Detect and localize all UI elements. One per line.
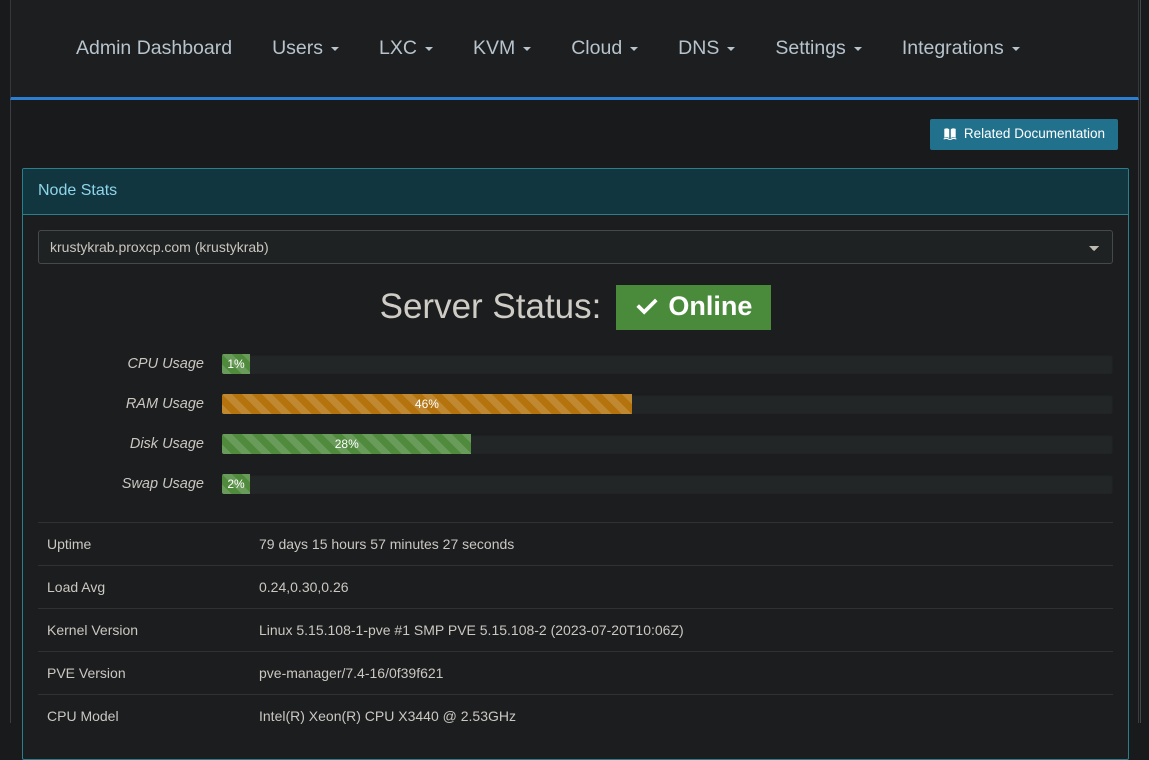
nav-item-dns[interactable]: DNS (658, 29, 755, 69)
nav-item-label: Settings (775, 36, 846, 59)
nav-item-label: DNS (678, 36, 720, 59)
info-key: Load Avg (47, 579, 106, 596)
panel-heading: Node Stats (23, 169, 1128, 215)
usage-label: Disk Usage (129, 436, 204, 453)
chevron-down-icon (853, 46, 862, 51)
chevron-down-icon (727, 46, 736, 51)
disk-usage-progress: 28% (222, 434, 1113, 455)
ram-usage-progress: 46% (222, 394, 1113, 415)
nav-item-label: Admin Dashboard (76, 36, 233, 59)
chevron-down-icon (523, 46, 532, 51)
chevron-down-icon (630, 46, 639, 51)
info-value: Intel(R) Xeon(R) CPU X3440 @ 2.53GHz (259, 708, 516, 725)
info-value: 0.24,0.30,0.26 (259, 579, 349, 596)
chevron-down-icon (1011, 46, 1020, 51)
info-key: CPU Model (47, 708, 119, 725)
panel-body: krustykrab.proxcp.com (krustykrab) Serve… (23, 215, 1128, 760)
nav-item-users[interactable]: Users (252, 29, 359, 69)
main-navbar: Admin Dashboard Users LXC KVM Cloud DNS … (10, 0, 1139, 100)
nav-item-label: Integrations (901, 36, 1004, 59)
nav-item-settings[interactable]: Settings (755, 29, 881, 69)
nav-item-label: Users (272, 36, 324, 59)
usage-label: CPU Usage (127, 356, 204, 373)
navbar-menu: Admin Dashboard Users LXC KVM Cloud DNS … (11, 29, 1040, 69)
related-documentation-button[interactable]: Related Documentation (929, 118, 1118, 150)
nav-item-kvm[interactable]: KVM (453, 29, 551, 69)
disk-usage-value: 28% (334, 437, 359, 452)
usage-label: Swap Usage (121, 476, 204, 493)
table-row: PVE Version pve-manager/7.4-16/0f39f621 (38, 651, 1113, 695)
info-value: Linux 5.15.108-1-pve #1 SMP PVE 5.15.108… (259, 622, 684, 639)
swap-usage-bar: 2% (222, 474, 250, 495)
usage-row-cpu: CPU Usage 1% (38, 344, 1113, 384)
usage-row-swap: Swap Usage 2% (38, 464, 1113, 504)
related-documentation-label: Related Documentation (963, 125, 1105, 141)
usage-label: RAM Usage (125, 396, 204, 413)
usage-row-ram: RAM Usage 46% (38, 384, 1113, 424)
cpu-usage-bar: 1% (222, 354, 250, 375)
table-row: Kernel Version Linux 5.15.108-1-pve #1 S… (38, 608, 1113, 652)
swap-usage-progress: 2% (222, 474, 1113, 495)
info-value: 79 days 15 hours 57 minutes 27 seconds (259, 536, 515, 553)
server-status-label: Server Status: (379, 287, 602, 327)
table-row: Load Avg 0.24,0.30,0.26 (38, 565, 1113, 609)
chevron-down-icon (331, 46, 340, 51)
cpu-usage-value: 1% (227, 357, 245, 372)
cpu-usage-progress: 1% (222, 354, 1113, 375)
node-select[interactable]: krustykrab.proxcp.com (krustykrab) (38, 229, 1113, 264)
nav-item-admin-dashboard[interactable]: Admin Dashboard (56, 29, 252, 69)
usage-bars-table: CPU Usage 1% RAM Usage 46% Disk Usage 28… (38, 344, 1113, 504)
book-icon (943, 127, 957, 141)
nav-item-cloud[interactable]: Cloud (551, 29, 658, 69)
toolbar-row: Related Documentation (10, 100, 1139, 168)
check-icon (635, 295, 659, 317)
page-right-edge (1140, 0, 1141, 723)
swap-usage-value: 2% (227, 477, 245, 492)
disk-usage-bar: 28% (222, 434, 472, 455)
info-key: Kernel Version (47, 622, 139, 639)
table-row: Uptime 79 days 15 hours 57 minutes 27 se… (38, 522, 1113, 566)
usage-row-disk: Disk Usage 28% (38, 424, 1113, 464)
panel-title: Node Stats (38, 182, 118, 199)
info-key: PVE Version (47, 665, 126, 682)
node-info-table: Uptime 79 days 15 hours 57 minutes 27 se… (38, 522, 1113, 737)
nav-item-integrations[interactable]: Integrations (882, 29, 1040, 69)
chevron-down-icon (424, 46, 433, 51)
info-value: pve-manager/7.4-16/0f39f621 (259, 665, 444, 682)
server-status-value: Online (668, 290, 753, 321)
node-stats-panel: Node Stats krustykrab.proxcp.com (krusty… (22, 168, 1129, 760)
ram-usage-bar: 46% (222, 394, 632, 415)
server-status-row: Server Status: Online (38, 284, 1113, 331)
ram-usage-value: 46% (414, 397, 439, 412)
table-row: CPU Model Intel(R) Xeon(R) CPU X3440 @ 2… (38, 694, 1113, 738)
info-key: Uptime (47, 536, 92, 553)
nav-item-lxc[interactable]: LXC (359, 29, 453, 69)
nav-item-label: LXC (379, 36, 417, 59)
status-badge: Online (616, 284, 772, 331)
nav-item-label: KVM (472, 36, 516, 59)
nav-item-label: Cloud (571, 36, 623, 59)
